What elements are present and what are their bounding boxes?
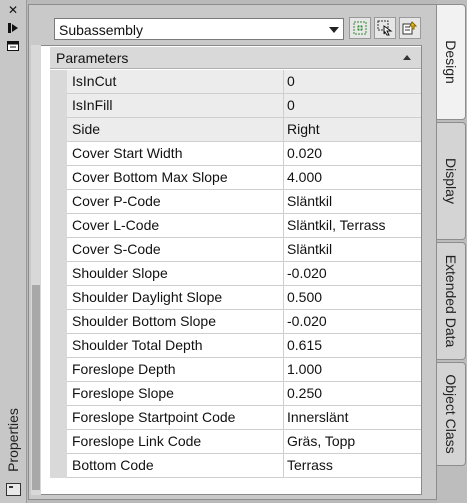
- properties-icon[interactable]: [6, 483, 21, 496]
- property-name: Side: [67, 118, 284, 141]
- row-gutter: [50, 334, 67, 358]
- property-value[interactable]: 0.500: [284, 286, 421, 309]
- property-value: Right: [284, 118, 421, 141]
- property-name: Shoulder Slope: [67, 262, 284, 285]
- tab-label: Design: [443, 40, 459, 84]
- property-row[interactable]: Cover S-Code Släntkil: [50, 238, 421, 262]
- quick-select-icon[interactable]: [349, 17, 371, 39]
- palette-title-strip: ✕ Properties: [0, 0, 27, 503]
- category-header-parameters[interactable]: Parameters: [50, 47, 421, 69]
- property-value[interactable]: Innerslänt: [284, 406, 421, 429]
- property-value[interactable]: Terrass: [284, 454, 421, 477]
- property-row[interactable]: Shoulder Bottom Slope -0.020: [50, 310, 421, 334]
- property-row[interactable]: Shoulder Slope -0.020: [50, 262, 421, 286]
- property-row[interactable]: Foreslope Startpoint Code Innerslänt: [50, 406, 421, 430]
- tab-label: Display: [443, 158, 459, 204]
- property-name: Foreslope Startpoint Code: [67, 406, 284, 429]
- row-gutter: [50, 406, 67, 430]
- row-gutter: [50, 166, 67, 190]
- palette-title: Properties: [1, 400, 25, 480]
- object-type-dropdown[interactable]: Subassembly: [54, 18, 344, 40]
- property-name: Cover Start Width: [67, 142, 284, 165]
- collapse-caret-icon[interactable]: [403, 55, 411, 60]
- property-name: Cover P-Code: [67, 190, 284, 213]
- property-name: Shoulder Bottom Slope: [67, 310, 284, 333]
- properties-menu-icon[interactable]: [6, 40, 20, 52]
- property-value[interactable]: 0.615: [284, 334, 421, 357]
- row-gutter: [50, 286, 67, 310]
- property-value: 0: [284, 70, 421, 93]
- row-gutter: [50, 94, 67, 118]
- property-value[interactable]: Släntkil: [284, 190, 421, 213]
- property-value[interactable]: -0.020: [284, 262, 421, 285]
- row-gutter: [50, 430, 67, 454]
- row-gutter: [50, 70, 67, 94]
- property-value[interactable]: Släntkil, Terrass: [284, 214, 421, 237]
- property-name: Foreslope Link Code: [67, 430, 284, 453]
- property-row[interactable]: Cover Bottom Max Slope 4.000: [50, 166, 421, 190]
- row-gutter: [50, 262, 67, 286]
- property-name: Foreslope Slope: [67, 382, 284, 405]
- category-label: Parameters: [56, 50, 129, 66]
- property-grid-scrollbar[interactable]: [31, 45, 41, 495]
- row-gutter: [50, 310, 67, 334]
- property-row[interactable]: Shoulder Daylight Slope 0.500: [50, 286, 421, 310]
- tab-design[interactable]: Design: [437, 4, 466, 120]
- tab-label: Object Class: [443, 374, 459, 454]
- property-value[interactable]: -0.020: [284, 310, 421, 333]
- property-name: Bottom Code: [67, 454, 284, 477]
- property-name: IsInCut: [67, 70, 284, 93]
- row-gutter: [50, 382, 67, 406]
- tab-bar: Design Display Extended Data Object Clas…: [437, 0, 467, 503]
- property-rows: IsInCut 0 IsInFill 0 Side Right Cover Start Wi…: [50, 70, 421, 478]
- row-gutter: [50, 190, 67, 214]
- property-row[interactable]: Cover P-Code Släntkil: [50, 190, 421, 214]
- tab-display[interactable]: Display: [437, 122, 466, 240]
- property-row[interactable]: IsInFill 0: [50, 94, 421, 118]
- close-icon[interactable]: ✕: [6, 4, 20, 16]
- property-row[interactable]: Foreslope Depth 1.000: [50, 358, 421, 382]
- property-row[interactable]: Bottom Code Terrass: [50, 454, 421, 478]
- property-name: Cover Bottom Max Slope: [67, 166, 284, 189]
- select-objects-icon[interactable]: [374, 17, 396, 39]
- property-value[interactable]: 1.000: [284, 358, 421, 381]
- property-row[interactable]: Foreslope Link Code Gräs, Topp: [50, 430, 421, 454]
- auto-hide-icon[interactable]: [6, 22, 20, 34]
- property-name: IsInFill: [67, 94, 284, 117]
- property-name: Cover L-Code: [67, 214, 284, 237]
- tab-label: Extended Data: [443, 254, 459, 348]
- object-type-value: Subassembly: [59, 22, 144, 38]
- row-gutter: [50, 358, 67, 382]
- property-row[interactable]: Cover Start Width 0.020: [50, 142, 421, 166]
- scrollbar-thumb[interactable]: [32, 285, 40, 490]
- row-gutter: [50, 214, 67, 238]
- property-value[interactable]: 0.020: [284, 142, 421, 165]
- tab-extended-data[interactable]: Extended Data: [437, 242, 466, 360]
- property-row[interactable]: Foreslope Slope 0.250: [50, 382, 421, 406]
- property-value[interactable]: 4.000: [284, 166, 421, 189]
- property-row[interactable]: Side Right: [50, 118, 421, 142]
- row-gutter: [50, 118, 67, 142]
- chevron-down-icon: [329, 27, 339, 33]
- property-value[interactable]: Släntkil: [284, 238, 421, 261]
- toggle-pickadd-icon[interactable]: [399, 17, 421, 39]
- row-gutter: [50, 142, 67, 166]
- row-gutter: [50, 454, 67, 478]
- property-value[interactable]: Gräs, Topp: [284, 430, 421, 453]
- row-gutter: [50, 238, 67, 262]
- property-name: Shoulder Total Depth: [67, 334, 284, 357]
- property-value: 0: [284, 94, 421, 117]
- property-name: Foreslope Depth: [67, 358, 284, 381]
- property-row[interactable]: IsInCut 0: [50, 70, 421, 94]
- palette-title-text: Properties: [5, 408, 21, 472]
- tab-object-class[interactable]: Object Class: [437, 362, 466, 466]
- property-name: Shoulder Daylight Slope: [67, 286, 284, 309]
- property-value[interactable]: 0.250: [284, 382, 421, 405]
- property-name: Cover S-Code: [67, 238, 284, 261]
- property-row[interactable]: Shoulder Total Depth 0.615: [50, 334, 421, 358]
- property-row[interactable]: Cover L-Code Släntkil, Terrass: [50, 214, 421, 238]
